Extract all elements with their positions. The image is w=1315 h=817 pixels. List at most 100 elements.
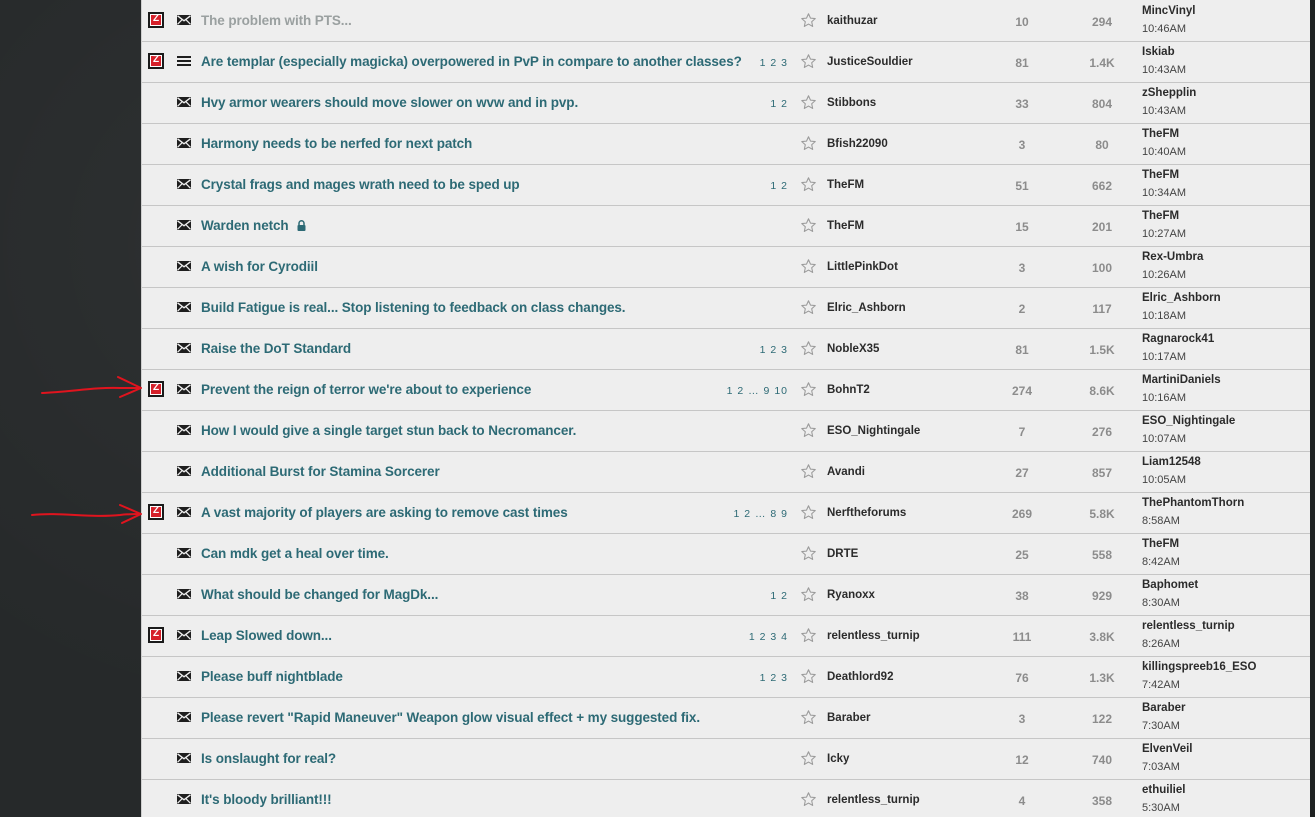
star-icon[interactable] — [800, 53, 817, 70]
thread-row[interactable]: A wish for Cyrodiil LittlePinkDot 3 100 … — [142, 247, 1310, 288]
star-icon[interactable] — [800, 791, 817, 808]
thread-author[interactable]: TheFM — [827, 220, 864, 232]
thread-row[interactable]: Harmony needs to be nerfed for next patc… — [142, 124, 1310, 165]
last-comment-user[interactable]: TheFM — [1142, 210, 1179, 222]
thread-row[interactable]: Z A vast majority of players are asking … — [142, 493, 1310, 534]
star-icon[interactable] — [800, 668, 817, 685]
thread-page-links[interactable]: 1 2 — [770, 180, 788, 192]
thread-author[interactable]: relentless_turnip — [827, 630, 920, 642]
thread-row[interactable]: Additional Burst for Stamina Sorcerer Av… — [142, 452, 1310, 493]
thread-author[interactable]: Nerftheforums — [827, 507, 906, 519]
thread-title-link[interactable]: Crystal frags and mages wrath need to be… — [201, 177, 520, 192]
star-icon[interactable] — [800, 463, 817, 480]
thread-row[interactable]: Can mdk get a heal over time. DRTE 25 55… — [142, 534, 1310, 575]
last-comment-user[interactable]: killingspreeb16_ESO — [1142, 661, 1256, 673]
last-comment-user[interactable]: Ragnarock41 — [1142, 333, 1214, 345]
thread-page-links[interactable]: 1 2 … 9 10 — [727, 385, 788, 397]
thread-row[interactable]: Please buff nightblade 1 2 3 Deathlord92… — [142, 657, 1310, 698]
star-icon[interactable] — [800, 12, 817, 29]
last-comment-user[interactable]: Baraber — [1142, 702, 1185, 714]
thread-author[interactable]: Elric_Ashborn — [827, 302, 906, 314]
thread-title-link[interactable]: Please buff nightblade — [201, 669, 343, 684]
thread-page-links[interactable]: 1 2 3 — [760, 57, 788, 69]
last-comment-user[interactable]: Elric_Ashborn — [1142, 292, 1221, 304]
thread-author[interactable]: Stibbons — [827, 97, 876, 109]
star-icon[interactable] — [800, 217, 817, 234]
thread-row[interactable]: Z The problem with PTS... kaithuzar 10 2… — [142, 1, 1310, 42]
last-comment-user[interactable]: TheFM — [1142, 169, 1179, 181]
thread-author[interactable]: BohnT2 — [827, 384, 870, 396]
thread-page-links[interactable]: 1 2 — [770, 590, 788, 602]
thread-author[interactable]: kaithuzar — [827, 15, 878, 27]
star-icon[interactable] — [800, 135, 817, 152]
last-comment-user[interactable]: MincVinyl — [1142, 5, 1195, 17]
thread-title-link[interactable]: The problem with PTS... — [201, 13, 352, 28]
thread-author[interactable]: JusticeSouldier — [827, 56, 913, 68]
thread-author[interactable]: LittlePinkDot — [827, 261, 898, 273]
thread-page-links[interactable]: 1 2 3 4 — [749, 631, 788, 643]
star-icon[interactable] — [800, 709, 817, 726]
star-icon[interactable] — [800, 627, 817, 644]
last-comment-user[interactable]: zShepplin — [1142, 87, 1196, 99]
last-comment-user[interactable]: ElvenVeil — [1142, 743, 1193, 755]
thread-title-link[interactable]: Please revert "Rapid Maneuver" Weapon gl… — [201, 710, 700, 725]
thread-author[interactable]: Icky — [827, 753, 849, 765]
last-comment-user[interactable]: TheFM — [1142, 538, 1179, 550]
thread-title-link[interactable]: Is onslaught for real? — [201, 751, 336, 766]
thread-title-link[interactable]: How I would give a single target stun ba… — [201, 423, 576, 438]
thread-row[interactable]: Warden netch TheFM 15 201 TheFM 10:27AM — [142, 206, 1310, 247]
thread-page-links[interactable]: 1 2 … 8 9 — [733, 508, 788, 520]
last-comment-user[interactable]: Rex-Umbra — [1142, 251, 1203, 263]
thread-row[interactable]: Please revert "Rapid Maneuver" Weapon gl… — [142, 698, 1310, 739]
star-icon[interactable] — [800, 94, 817, 111]
thread-row[interactable]: Z Are templar (especially magicka) overp… — [142, 42, 1310, 83]
last-comment-user[interactable]: MartiniDaniels — [1142, 374, 1221, 386]
thread-row[interactable]: Crystal frags and mages wrath need to be… — [142, 165, 1310, 206]
thread-title-link[interactable]: Leap Slowed down... — [201, 628, 332, 643]
thread-author[interactable]: relentless_turnip — [827, 794, 920, 806]
thread-title-link[interactable]: Raise the DoT Standard — [201, 341, 351, 356]
thread-title-link[interactable]: Are templar (especially magicka) overpow… — [201, 54, 742, 69]
thread-page-links[interactable]: 1 2 3 — [760, 672, 788, 684]
thread-author[interactable]: Ryanoxx — [827, 589, 875, 601]
thread-row[interactable]: How I would give a single target stun ba… — [142, 411, 1310, 452]
thread-title-link[interactable]: Build Fatigue is real... Stop listening … — [201, 300, 626, 315]
last-comment-user[interactable]: Iskiab — [1142, 46, 1175, 58]
thread-title-link[interactable]: Additional Burst for Stamina Sorcerer — [201, 464, 440, 479]
thread-author[interactable]: Deathlord92 — [827, 671, 893, 683]
last-comment-user[interactable]: ethuiliel — [1142, 784, 1185, 796]
last-comment-user[interactable]: Baphomet — [1142, 579, 1198, 591]
last-comment-user[interactable]: ThePhantomThorn — [1142, 497, 1244, 509]
thread-author[interactable]: TheFM — [827, 179, 864, 191]
thread-title-link[interactable]: Hvy armor wearers should move slower on … — [201, 95, 578, 110]
thread-author[interactable]: NobleX35 — [827, 343, 879, 355]
star-icon[interactable] — [800, 750, 817, 767]
thread-row[interactable]: Z Prevent the reign of terror we're abou… — [142, 370, 1310, 411]
last-comment-user[interactable]: Liam12548 — [1142, 456, 1201, 468]
thread-title-link[interactable]: Warden netch — [201, 218, 306, 233]
star-icon[interactable] — [800, 176, 817, 193]
last-comment-user[interactable]: relentless_turnip — [1142, 620, 1235, 632]
star-icon[interactable] — [800, 586, 817, 603]
last-comment-user[interactable]: TheFM — [1142, 128, 1179, 140]
thread-title-link[interactable]: A vast majority of players are asking to… — [201, 505, 568, 520]
star-icon[interactable] — [800, 545, 817, 562]
thread-author[interactable]: Bfish22090 — [827, 138, 888, 150]
thread-title-link[interactable]: What should be changed for MagDk... — [201, 587, 438, 602]
thread-author[interactable]: ESO_Nightingale — [827, 425, 920, 437]
thread-row[interactable]: Z Leap Slowed down... 1 2 3 4 relentless… — [142, 616, 1310, 657]
thread-author[interactable]: Avandi — [827, 466, 865, 478]
thread-title-link[interactable]: It's bloody brilliant!!! — [201, 792, 332, 807]
thread-row[interactable]: What should be changed for MagDk... 1 2 … — [142, 575, 1310, 616]
thread-title-link[interactable]: A wish for Cyrodiil — [201, 259, 318, 274]
star-icon[interactable] — [800, 340, 817, 357]
thread-row[interactable]: Build Fatigue is real... Stop listening … — [142, 288, 1310, 329]
thread-title-link[interactable]: Harmony needs to be nerfed for next patc… — [201, 136, 472, 151]
star-icon[interactable] — [800, 299, 817, 316]
star-icon[interactable] — [800, 258, 817, 275]
thread-author[interactable]: Baraber — [827, 712, 870, 724]
thread-page-links[interactable]: 1 2 3 — [760, 344, 788, 356]
last-comment-user[interactable]: ESO_Nightingale — [1142, 415, 1235, 427]
thread-author[interactable]: DRTE — [827, 548, 858, 560]
star-icon[interactable] — [800, 504, 817, 521]
